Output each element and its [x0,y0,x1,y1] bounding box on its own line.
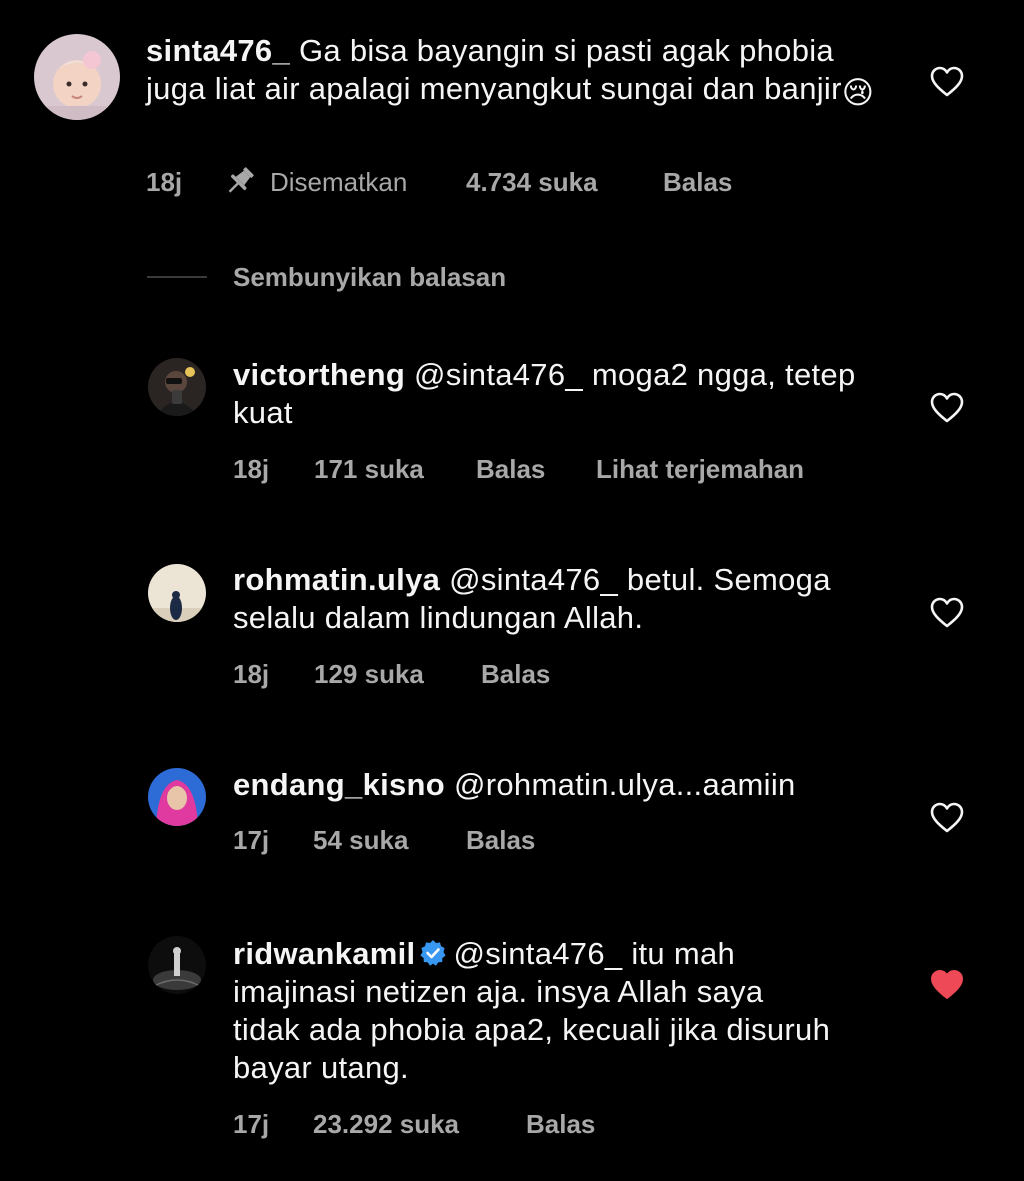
pinned-label: Disematkan [270,167,408,197]
reply-meta: 17j 23.292 suka Balas [233,1109,933,1139]
reply-time: 18j [233,454,270,484]
reply-text: endang_kisno @rohmatin.ulya...aamiin [233,766,913,804]
likes-count[interactable]: 4.734 suka [466,167,598,197]
reply-meta: 17j 54 suka Balas [233,825,933,855]
likes-count[interactable]: 129 suka [314,659,424,689]
avatar-endang-kisno[interactable] [148,768,206,826]
mention-link[interactable]: @sinta476_ [414,357,583,392]
reply-time: 17j [233,1109,270,1139]
username[interactable]: endang_kisno [233,767,445,802]
username[interactable]: ridwankamil [233,936,415,971]
reply-body: ...aamiin [675,767,796,802]
avatar-rohmatin-ulya[interactable] [148,564,206,622]
reply-button[interactable]: Balas [663,167,732,197]
reply-button[interactable]: Balas [476,454,545,484]
reply-meta: 18j 171 suka Balas Lihat terjemahan [233,454,933,484]
likes-count[interactable]: 171 suka [314,454,424,484]
hide-replies-label[interactable]: Sembunyikan balasan [233,262,506,292]
comment-meta: 18j Disematkan 4.734 suka Balas [146,167,846,197]
pin-icon [228,167,254,193]
crying-emoji-icon: 😢 [841,75,875,110]
reply-button[interactable]: Balas [526,1109,595,1139]
reply-button[interactable]: Balas [481,659,550,689]
reply-time: 17j [233,825,270,855]
username[interactable]: sinta476_ [146,33,290,68]
mention-link[interactable]: @sinta476_ [453,936,622,971]
mention-link[interactable]: @rohmatin.ulya [454,767,676,802]
heart-outline-icon[interactable] [930,802,964,834]
reply-button[interactable]: Balas [466,825,535,855]
verified-badge-icon [420,940,447,966]
heart-outline-icon[interactable] [930,66,964,98]
comment-text: sinta476_ Ga bisa bayangin si pasti agak… [146,32,886,112]
heart-filled-icon[interactable] [930,969,964,1001]
username[interactable]: rohmatin.ulya [233,562,440,597]
heart-outline-icon[interactable] [930,597,964,629]
reply-time: 18j [233,659,270,689]
comment-time: 18j [146,167,183,197]
see-translation-button[interactable]: Lihat terjemahan [596,454,804,484]
reply-text: victortheng @sinta476_ moga2 ngga, tetep… [233,356,873,432]
likes-count[interactable]: 23.292 suka [313,1109,459,1139]
reply-meta: 18j 129 suka Balas [233,659,933,689]
heart-outline-icon[interactable] [930,392,964,424]
mention-link[interactable]: @sinta476_ [449,562,618,597]
reply-text: rohmatin.ulya @sinta476_ betul. Semoga s… [233,561,873,637]
avatar-victortheng[interactable] [148,358,206,416]
reply-text: ridwankamil @sinta476_ itu mah imajinasi… [233,935,833,1087]
avatar-ridwankamil[interactable] [148,936,206,994]
avatar-sinta476[interactable] [34,34,120,120]
likes-count[interactable]: 54 suka [313,825,408,855]
username[interactable]: victortheng [233,357,405,392]
divider-line [147,276,207,278]
